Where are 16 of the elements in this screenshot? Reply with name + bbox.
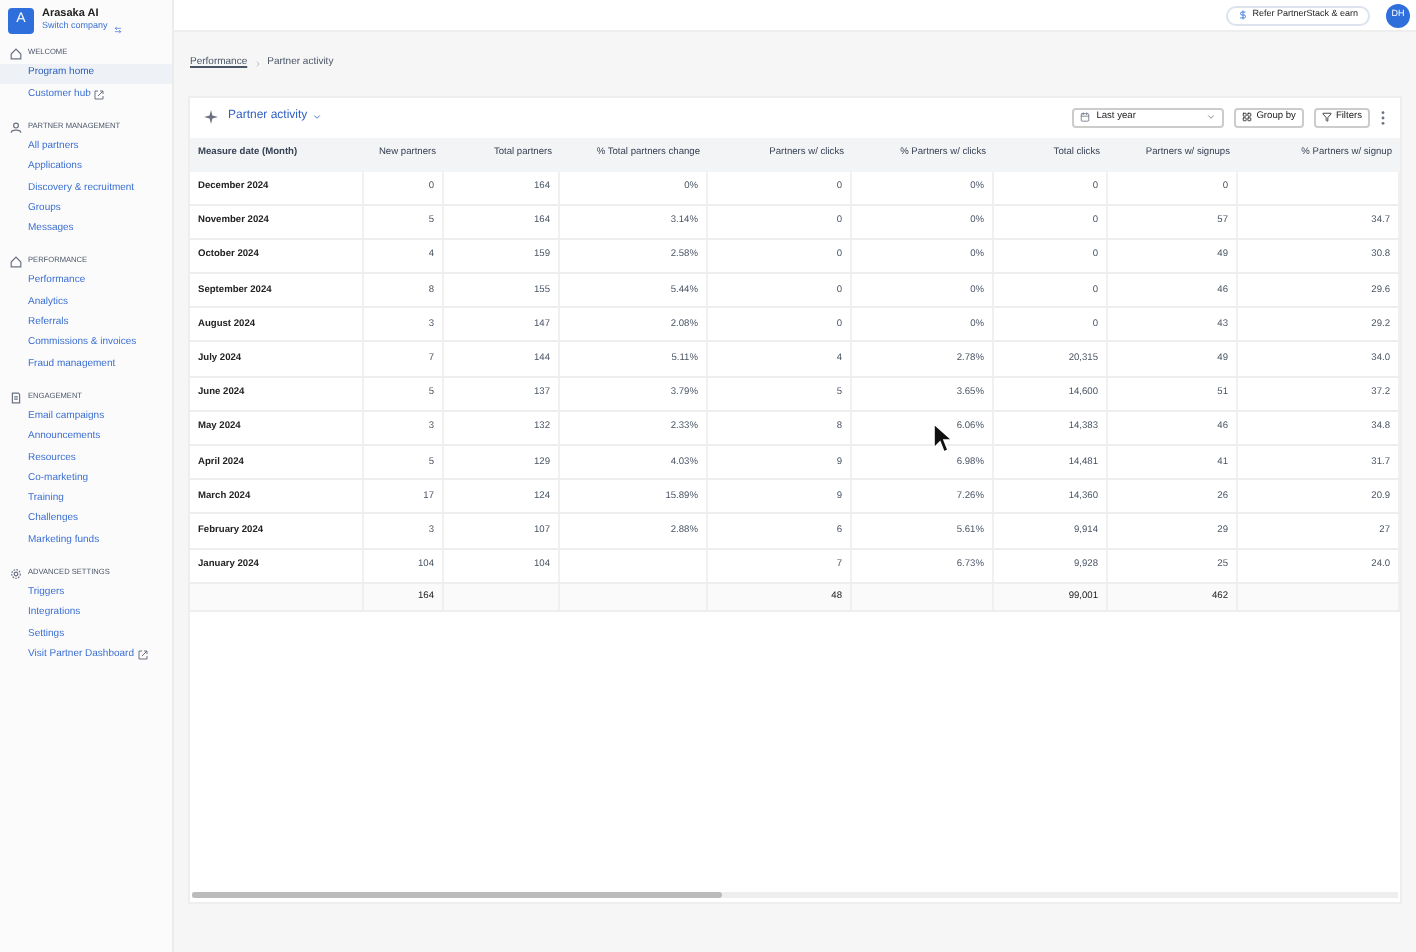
more-options-icon[interactable] — [1380, 109, 1386, 125]
settings-icon — [10, 567, 22, 580]
grid-icon — [1242, 112, 1253, 122]
horizontal-scrollbar[interactable] — [192, 892, 1398, 898]
filter-icon — [1321, 112, 1332, 122]
home-icon — [10, 48, 22, 60]
chevron-down-icon — [311, 112, 322, 122]
person-icon — [10, 121, 22, 134]
cursor-icon — [932, 422, 952, 454]
home-icon — [10, 256, 22, 269]
document-icon — [10, 391, 22, 404]
sparkle-icon — [204, 110, 218, 124]
dollar-icon — [1238, 10, 1249, 20]
calendar-icon — [1080, 112, 1091, 122]
switch-icon — [114, 25, 122, 33]
chevron-down-icon — [1206, 112, 1217, 122]
